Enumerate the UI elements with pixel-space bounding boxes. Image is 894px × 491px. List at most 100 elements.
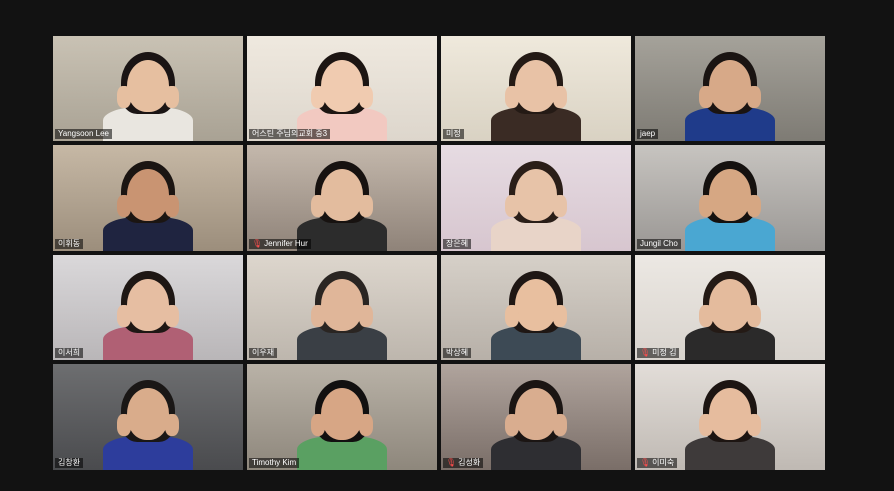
- participant-video-tile[interactable]: 🎙 김성화: [441, 364, 631, 470]
- participant-video-person: [93, 364, 203, 470]
- participant-hand: [553, 195, 567, 217]
- participant-name-label: Yangsoon Lee: [55, 129, 113, 139]
- participant-hand: [359, 414, 373, 436]
- participant-name: jaep: [640, 129, 656, 138]
- participant-hand: [699, 305, 713, 327]
- participant-video-person: [675, 255, 785, 360]
- participant-hand: [117, 86, 131, 108]
- participant-video-tile[interactable]: 이우재: [247, 255, 437, 360]
- participant-hand: [359, 305, 373, 327]
- participant-video-tile[interactable]: Yangsoon Lee: [53, 36, 243, 141]
- participant-hand: [311, 305, 325, 327]
- participant-hand: [699, 195, 713, 217]
- participant-name: Jennifer Hur: [264, 239, 308, 248]
- participant-hand: [553, 86, 567, 108]
- participant-name: 김성화: [458, 458, 481, 467]
- participant-name: 어스틴 주님의교회 중3: [252, 129, 328, 138]
- participant-face: [515, 388, 557, 440]
- participant-hand: [165, 414, 179, 436]
- participant-video-person: [287, 36, 397, 141]
- participant-video-person: [287, 255, 397, 360]
- participant-name: 이미숙: [652, 458, 675, 467]
- participant-face: [709, 60, 751, 112]
- participant-name: 미정: [446, 129, 461, 138]
- participant-video-tile[interactable]: Timothy Kim: [247, 364, 437, 470]
- participant-name-label: 김창환: [55, 458, 84, 468]
- participant-name: Timothy Kim: [252, 458, 297, 467]
- participant-name-label: 이서희: [55, 348, 84, 358]
- participant-name-label: Timothy Kim: [249, 458, 300, 468]
- participant-face: [127, 388, 169, 440]
- participant-face: [515, 279, 557, 331]
- participant-video-tile[interactable]: 장은혜: [441, 145, 631, 251]
- participant-face: [515, 169, 557, 221]
- participant-hand: [699, 414, 713, 436]
- participant-video-person: [287, 364, 397, 470]
- participant-hand: [117, 305, 131, 327]
- participant-name-label: 미정: [443, 129, 464, 139]
- participant-hand: [505, 195, 519, 217]
- participant-face: [709, 279, 751, 331]
- participant-face: [127, 169, 169, 221]
- participant-face: [321, 388, 363, 440]
- participant-video-person: [481, 364, 591, 470]
- participant-video-person: [93, 36, 203, 141]
- participant-video-tile[interactable]: 🎙 Jennifer Hur: [247, 145, 437, 251]
- participant-video-person: [481, 36, 591, 141]
- participant-face: [127, 279, 169, 331]
- participant-name-label: 박상혜: [443, 348, 472, 358]
- participant-video-person: [93, 255, 203, 360]
- participant-face: [515, 60, 557, 112]
- participant-hand: [165, 195, 179, 217]
- participant-hand: [505, 305, 519, 327]
- participant-name-label: 🎙 김성화: [443, 458, 484, 468]
- participant-name: Yangsoon Lee: [58, 129, 110, 138]
- participant-video-tile[interactable]: 박상혜: [441, 255, 631, 360]
- participant-video-tile[interactable]: 🎙 미정 김: [635, 255, 825, 360]
- participant-hand: [311, 195, 325, 217]
- muted-mic-icon: 🎙: [446, 458, 457, 467]
- participant-name: 이휘동: [58, 239, 81, 248]
- participant-video-person: [93, 145, 203, 251]
- participant-name: 미정 김: [652, 348, 677, 357]
- participant-hand: [311, 86, 325, 108]
- muted-mic-icon: 🎙: [640, 458, 651, 467]
- participant-name: 김창환: [58, 458, 81, 467]
- participant-name-label: 어스틴 주님의교회 중3: [249, 129, 331, 139]
- participant-hand: [699, 86, 713, 108]
- participant-video-person: [287, 145, 397, 251]
- participant-video-person: [675, 145, 785, 251]
- participant-hand: [117, 414, 131, 436]
- participant-video-tile[interactable]: 어스틴 주님의교회 중3: [247, 36, 437, 141]
- participant-name-label: jaep: [637, 129, 659, 139]
- participant-video-person: [481, 145, 591, 251]
- participant-video-person: [481, 255, 591, 360]
- participant-video-tile[interactable]: 이휘동: [53, 145, 243, 251]
- participant-video-tile[interactable]: 🎙 이미숙: [635, 364, 825, 470]
- participant-video-tile[interactable]: Jungil Cho: [635, 145, 825, 251]
- participant-name: 이서희: [58, 348, 81, 357]
- participant-hand: [747, 305, 761, 327]
- participant-face: [709, 169, 751, 221]
- participant-hand: [553, 414, 567, 436]
- participant-name: 장은혜: [446, 239, 469, 248]
- participant-video-tile[interactable]: jaep: [635, 36, 825, 141]
- participant-face: [127, 60, 169, 112]
- participant-video-tile[interactable]: 이서희: [53, 255, 243, 360]
- participant-video-tile[interactable]: 미정: [441, 36, 631, 141]
- participant-video-tile[interactable]: 김창환: [53, 364, 243, 470]
- participant-hand: [359, 195, 373, 217]
- video-gallery-grid: Yangsoon Lee 어스틴 주님의교회 중3 미정 jaep 이휘동 🎙 Jennif…: [53, 36, 825, 470]
- participant-hand: [747, 86, 761, 108]
- participant-video-person: [675, 364, 785, 470]
- participant-name-label: 이우재: [249, 348, 278, 358]
- participant-hand: [359, 86, 373, 108]
- muted-mic-icon: 🎙: [252, 239, 263, 248]
- participant-hand: [165, 86, 179, 108]
- participant-hand: [747, 414, 761, 436]
- participant-hand: [117, 195, 131, 217]
- participant-name-label: 🎙 미정 김: [637, 348, 680, 358]
- participant-hand: [165, 305, 179, 327]
- participant-name: 이우재: [252, 348, 275, 357]
- participant-name-label: 장은혜: [443, 239, 472, 249]
